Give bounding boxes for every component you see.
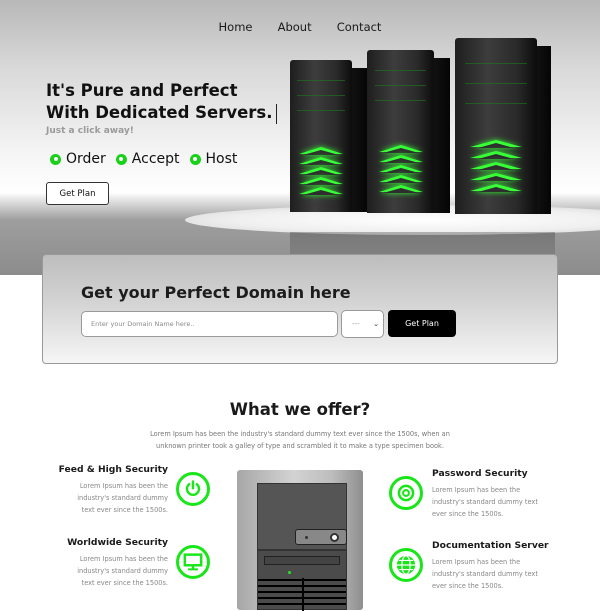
feature-label: Accept — [131, 151, 180, 167]
hero-get-plan-button[interactable]: Get Plan — [46, 182, 109, 205]
service-password-security: Password Security Lorem Ipsum has been t… — [432, 468, 552, 520]
server-tower — [455, 38, 551, 214]
nav-home[interactable]: Home — [219, 20, 253, 34]
select-value: --- — [352, 320, 360, 328]
monitor-icon — [176, 545, 210, 579]
service-text: Lorem Ipsum has been the industry's stan… — [432, 558, 538, 590]
service-text: Lorem Ipsum has been the industry's stan… — [77, 555, 168, 587]
globe-icon — [389, 548, 423, 582]
nav-about[interactable]: About — [278, 20, 312, 34]
hero-subline: Just a click away! — [46, 126, 134, 136]
domain-get-plan-button[interactable]: Get Plan — [388, 310, 456, 337]
domain-name-input[interactable] — [81, 311, 338, 337]
green-dot-icon — [50, 153, 61, 165]
service-worldwide-security: Worldwide Security Lorem Ipsum has been … — [8, 537, 168, 589]
server-tower — [290, 60, 368, 212]
domain-search-panel: Get your Perfect Domain here --- ⌄ Get P… — [42, 254, 558, 364]
hero-headline: It's Pure and Perfect With Dedicated Ser… — [46, 80, 278, 124]
domain-title: Get your Perfect Domain here — [81, 283, 351, 302]
chevron-down-icon: ⌄ — [373, 320, 379, 328]
service-title: Worldwide Security — [67, 537, 168, 548]
nav-contact[interactable]: Contact — [337, 20, 382, 34]
hero-section: Home About Contact It's Pure and Perfect… — [0, 0, 600, 275]
power-icon — [176, 472, 210, 506]
hero-features: Order Accept Host — [50, 151, 237, 167]
feature-label: Host — [205, 151, 238, 167]
service-title: Password Security — [432, 468, 528, 479]
feature-host: Host — [189, 151, 238, 167]
service-title: Feed & High Security — [58, 464, 168, 475]
feature-order: Order — [50, 151, 106, 167]
green-dot-icon — [189, 153, 201, 165]
main-nav: Home About Contact — [0, 16, 600, 35]
headline-line-1: It's Pure and Perfect — [46, 81, 238, 100]
service-title: Documentation Server — [432, 540, 549, 551]
feature-accept: Accept — [115, 151, 180, 167]
green-dot-icon — [115, 153, 127, 165]
pc-tower-illustration — [237, 470, 363, 611]
server-tower — [367, 50, 450, 213]
service-text: Lorem Ipsum has been the industry's stan… — [432, 486, 538, 518]
headline-line-2: With Dedicated Servers. — [46, 102, 278, 124]
domain-extension-select[interactable]: --- ⌄ — [341, 310, 384, 338]
service-text: Lorem Ipsum has been the industry's stan… — [77, 482, 168, 514]
service-feed-security: Feed & High Security Lorem Ipsum has bee… — [8, 464, 168, 516]
service-documentation-server: Documentation Server Lorem Ipsum has bee… — [432, 540, 552, 592]
typing-caret — [275, 103, 278, 124]
headline-line-2-text: With Dedicated Servers. — [46, 103, 273, 122]
target-icon — [389, 476, 423, 510]
offer-description: Lorem Ipsum has been the industry's stan… — [150, 430, 450, 450]
offer-title: What we offer? — [229, 400, 371, 419]
feature-label: Order — [66, 151, 106, 167]
